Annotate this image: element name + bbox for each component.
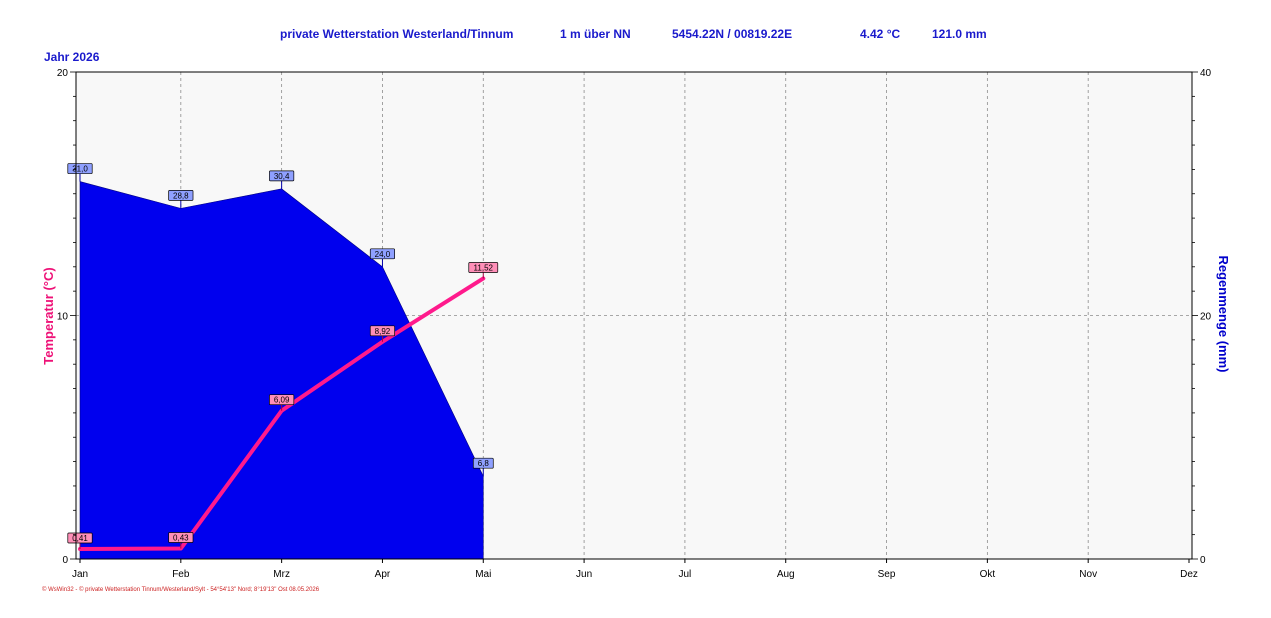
svg-text:0,41: 0,41 — [72, 534, 88, 543]
x-tick-label: Sep — [878, 569, 896, 580]
header-coords: 5454.22N / 00819.22E — [672, 27, 792, 41]
y-left-tick-label: 10 — [57, 312, 69, 323]
svg-text:30,4: 30,4 — [274, 172, 290, 181]
svg-text:0,43: 0,43 — [173, 534, 189, 543]
header-rain: 121.0 mm — [932, 27, 987, 41]
x-tick-label: Jul — [679, 569, 692, 580]
x-tick-label: Jan — [72, 569, 88, 580]
x-tick-label: Feb — [172, 569, 190, 580]
header-station: private Wetterstation Westerland/Tinnum — [280, 27, 513, 41]
x-tick-label: Jun — [576, 569, 592, 580]
svg-text:6,8: 6,8 — [478, 459, 490, 468]
svg-text:28,8: 28,8 — [173, 191, 189, 200]
svg-text:11,52: 11,52 — [474, 263, 494, 272]
y-right-tick-label: 0 — [1200, 555, 1206, 566]
x-tick-label: Apr — [375, 569, 391, 580]
x-tick-label: Mrz — [273, 569, 290, 580]
svg-text:24,0: 24,0 — [375, 250, 391, 259]
y-axis-left-title: Temperatur (°C) — [41, 267, 56, 364]
svg-text:6,09: 6,09 — [274, 396, 290, 405]
x-tick-label: Okt — [980, 569, 996, 580]
header-temperature: 4.42 °C — [860, 27, 900, 41]
x-tick-label: Aug — [777, 569, 795, 580]
footer-credit: © WsWin32 - © private Wetterstation Tinn… — [42, 586, 320, 593]
y-left-tick-label: 0 — [62, 555, 68, 566]
y-left-tick-label: 20 — [57, 68, 69, 79]
chart: private Wetterstation Westerland/Tinnum … — [41, 27, 1231, 593]
y-right-tick-label: 20 — [1200, 312, 1212, 323]
y-axis-right-title: Regenmenge (mm) — [1216, 255, 1231, 372]
header-altitude: 1 m über NN — [560, 27, 631, 41]
y-right-tick-label: 40 — [1200, 68, 1212, 79]
x-tick-label: Mai — [475, 569, 491, 580]
x-tick-label: Dez — [1180, 569, 1198, 580]
year-label: Jahr 2026 — [44, 50, 100, 64]
svg-text:8,92: 8,92 — [375, 327, 391, 336]
x-tick-label: Nov — [1079, 569, 1097, 580]
